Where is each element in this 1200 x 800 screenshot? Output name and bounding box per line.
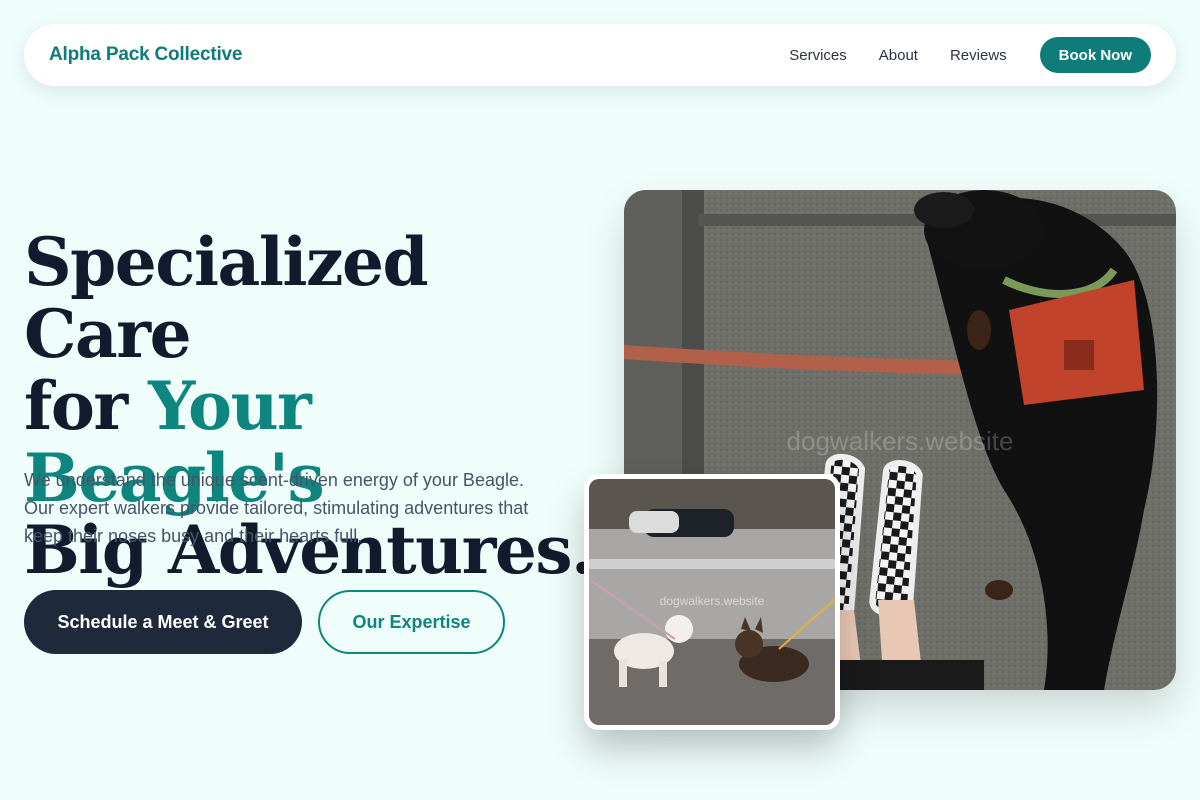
hero-description: We understand the unique scent-driven en… <box>24 470 529 546</box>
nav-link-about[interactable]: About <box>879 47 918 64</box>
sub-photo-frame: dogwalkers.website <box>589 479 835 725</box>
nav-menu: Services About Reviews Book Now <box>789 37 1151 73</box>
our-expertise-button[interactable]: Our Expertise <box>318 590 505 654</box>
nav-link-services[interactable]: Services <box>789 47 847 64</box>
hero-secondary-photo: dogwalkers.website <box>584 474 840 730</box>
nav-link-reviews[interactable]: Reviews <box>950 47 1007 64</box>
top-navbar: Alpha Pack Collective Services About Rev… <box>24 24 1176 86</box>
headline-line-2-prefix: for <box>24 367 149 445</box>
headline-line-1: Specialized Care <box>24 223 429 373</box>
two-dogs-meeting-image: dogwalkers.website <box>589 479 835 725</box>
brand-logo-text[interactable]: Alpha Pack Collective <box>49 44 242 66</box>
schedule-meet-greet-button[interactable]: Schedule a Meet & Greet <box>24 590 302 654</box>
book-now-button[interactable]: Book Now <box>1039 37 1151 73</box>
main-photo-watermark: dogwalkers.website <box>787 426 1014 456</box>
sub-photo-watermark: dogwalkers.website <box>660 594 765 608</box>
